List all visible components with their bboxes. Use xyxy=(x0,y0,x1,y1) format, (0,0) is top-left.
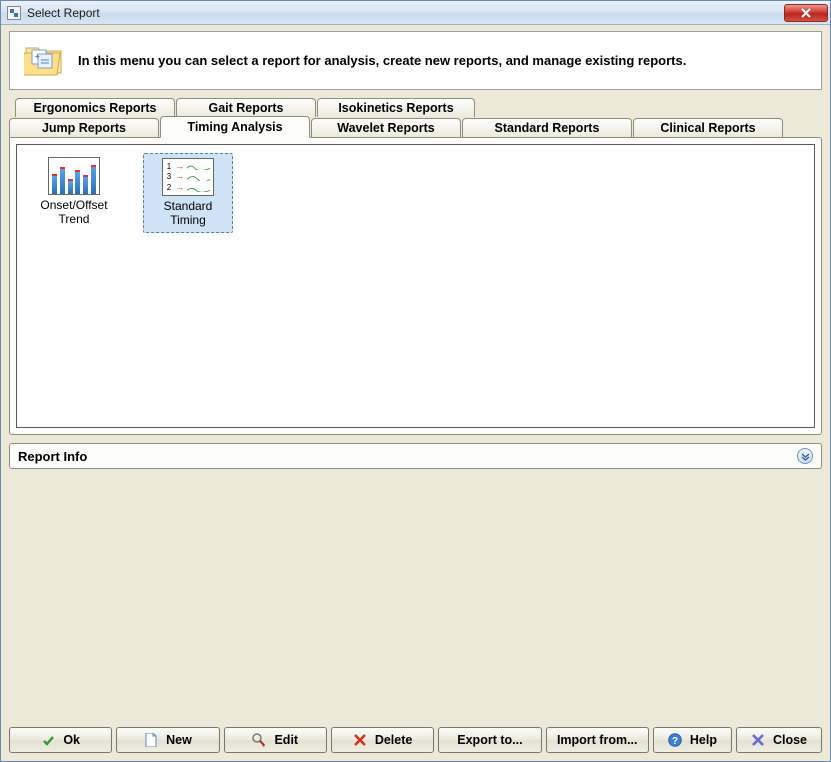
new-document-icon xyxy=(144,733,158,747)
tab-wavelet-reports[interactable]: Wavelet Reports xyxy=(311,118,461,137)
tab-timing-analysis[interactable]: Timing Analysis xyxy=(160,116,310,138)
report-info-section: Report Info xyxy=(9,443,822,469)
header-banner: + In this menu you can select a report f… xyxy=(9,31,822,90)
timing-chart-icon: 1→ 3→ 2→ xyxy=(162,158,214,196)
tab-standard-reports[interactable]: Standard Reports xyxy=(462,118,632,137)
button-bar: Ok New Edit Delete Export to... Import f… xyxy=(1,721,830,761)
import-button[interactable]: Import from... xyxy=(546,727,649,753)
tab-row-front: Jump Reports Timing Analysis Wavelet Rep… xyxy=(9,116,822,137)
tab-row-back: Ergonomics Reports Gait Reports Isokinet… xyxy=(15,98,822,117)
svg-text:?: ? xyxy=(672,736,678,747)
check-icon xyxy=(41,733,55,747)
titlebar: Select Report xyxy=(1,1,830,25)
tab-clinical-reports[interactable]: Clinical Reports xyxy=(633,118,783,137)
expand-icon xyxy=(797,448,813,464)
tab-panel: Onset/Offset Trend 1→ 3→ 2→ Standard Tim… xyxy=(9,137,822,435)
tab-jump-reports[interactable]: Jump Reports xyxy=(9,118,159,137)
report-item-standard-timing[interactable]: 1→ 3→ 2→ Standard Timing xyxy=(143,153,233,233)
edit-icon xyxy=(252,733,266,747)
help-button[interactable]: ? Help xyxy=(653,727,732,753)
section-title: Report Info xyxy=(18,449,87,464)
help-icon: ? xyxy=(668,733,682,747)
tab-gait-reports[interactable]: Gait Reports xyxy=(176,98,316,117)
report-icon-pane[interactable]: Onset/Offset Trend 1→ 3→ 2→ Standard Tim… xyxy=(16,144,815,428)
report-item-onset-offset-trend[interactable]: Onset/Offset Trend xyxy=(29,153,119,231)
window-close-button[interactable] xyxy=(784,4,828,22)
close-icon xyxy=(801,8,811,18)
select-report-window: Select Report + In this menu you can sel… xyxy=(0,0,831,762)
export-button[interactable]: Export to... xyxy=(438,727,541,753)
tabs-region: Ergonomics Reports Gait Reports Isokinet… xyxy=(9,98,822,435)
window-title: Select Report xyxy=(27,6,100,20)
close-icon xyxy=(751,733,765,747)
new-button[interactable]: New xyxy=(116,727,219,753)
tab-isokinetics-reports[interactable]: Isokinetics Reports xyxy=(317,98,475,117)
bar-chart-icon xyxy=(48,157,100,195)
header-description: In this menu you can select a report for… xyxy=(78,53,686,68)
delete-icon xyxy=(353,733,367,747)
tab-ergonomics-reports[interactable]: Ergonomics Reports xyxy=(15,98,175,117)
edit-button[interactable]: Edit xyxy=(224,727,327,753)
report-item-label: Onset/Offset Trend xyxy=(31,199,117,227)
folder-report-icon: + xyxy=(24,42,64,79)
report-info-header[interactable]: Report Info xyxy=(10,444,821,468)
close-button[interactable]: Close xyxy=(736,727,822,753)
ok-button[interactable]: Ok xyxy=(9,727,112,753)
delete-button[interactable]: Delete xyxy=(331,727,434,753)
svg-text:+: + xyxy=(35,52,40,61)
app-icon xyxy=(7,6,21,20)
report-item-label: Standard Timing xyxy=(146,200,230,228)
